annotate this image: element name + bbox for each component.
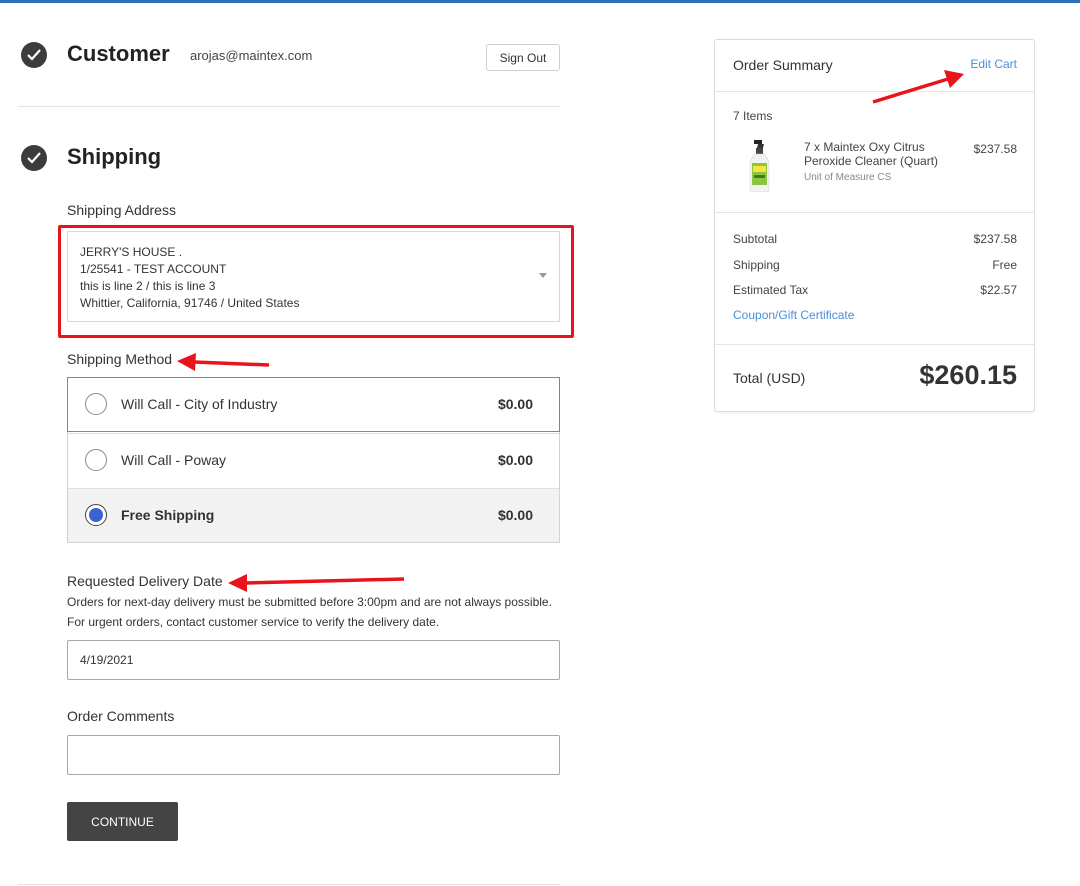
annotation-arrow xyxy=(177,353,270,371)
annotation-arrow xyxy=(872,70,964,104)
annotation-arrow xyxy=(228,574,405,592)
annotation-arrows xyxy=(177,70,964,592)
